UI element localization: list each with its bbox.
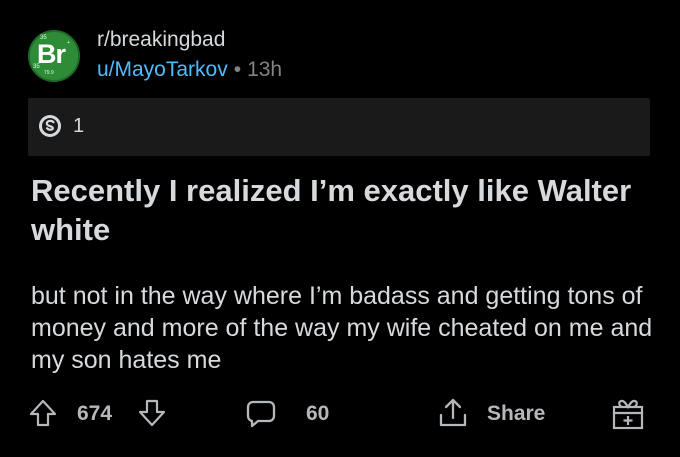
avatar-corner-mark: + — [67, 40, 70, 46]
gift-award-icon — [612, 399, 644, 430]
upvote-button[interactable] — [28, 398, 58, 428]
silver-award-icon — [39, 115, 61, 137]
avatar-bottom-number: 79.9 — [44, 70, 54, 76]
author-line: u/MayoTarkov • 13h — [97, 58, 282, 82]
comments-button[interactable] — [245, 398, 277, 430]
downvote-arrow-icon — [138, 399, 166, 427]
meta-separator: • — [233, 58, 242, 81]
author-username[interactable]: u/MayoTarkov — [97, 58, 228, 81]
post-actions: 674 60 Share — [0, 392, 680, 436]
awards-bar[interactable]: 1 — [28, 98, 650, 156]
share-button[interactable] — [436, 396, 470, 430]
post-header: 35 + Br 35 79.9 r/breakingbad u/MayoTark… — [28, 24, 648, 84]
subreddit-avatar[interactable]: 35 + Br 35 79.9 — [28, 30, 80, 82]
avatar-element-symbol: Br — [37, 39, 66, 69]
share-upload-icon — [439, 398, 467, 427]
comment-bubble-icon — [246, 400, 276, 428]
give-award-button[interactable] — [611, 397, 645, 431]
avatar-left-number: 35 — [33, 64, 40, 70]
vote-score: 674 — [77, 402, 113, 425]
upvote-arrow-icon — [29, 399, 57, 427]
share-label[interactable]: Share — [487, 402, 545, 426]
award-count: 1 — [73, 115, 85, 137]
subreddit-name[interactable]: r/breakingbad — [97, 28, 225, 52]
post-age: 13h — [247, 58, 283, 81]
downvote-button[interactable] — [137, 398, 167, 428]
post-title[interactable]: Recently I realized I’m exactly like Wal… — [31, 171, 651, 249]
post-body: but not in the way where I’m badass and … — [31, 282, 653, 374]
comment-count: 60 — [306, 402, 330, 425]
